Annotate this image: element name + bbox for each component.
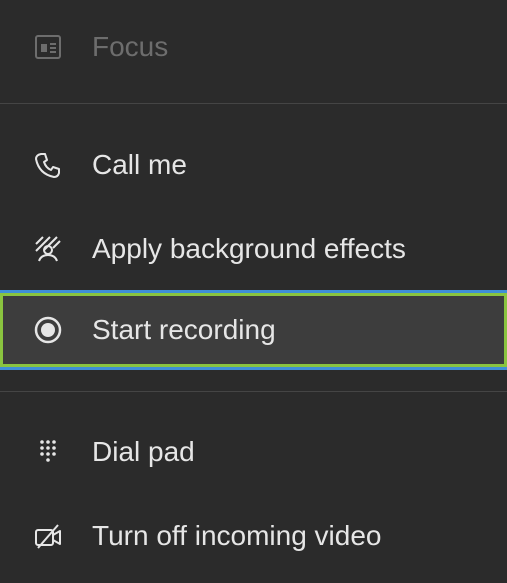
menu-item-label: Dial pad — [92, 436, 195, 467]
menu-item-label: Focus — [92, 31, 169, 62]
menu-item-label: Turn off incoming video — [92, 520, 382, 551]
menu-item-turn-off-incoming-video[interactable]: Turn off incoming video — [0, 498, 507, 574]
more-actions-menu: Focus Call me Apply background effects S… — [0, 0, 507, 583]
menu-item-dial-pad[interactable]: Dial pad — [0, 414, 507, 490]
video-off-icon — [28, 516, 68, 556]
focus-icon — [28, 27, 68, 67]
record-icon — [28, 310, 68, 350]
menu-item-start-recording[interactable]: Start recording — [0, 290, 507, 370]
menu-item-label: Start recording — [92, 314, 276, 345]
dial-pad-icon — [28, 432, 68, 472]
background-effects-icon — [28, 229, 68, 269]
menu-item-label: Call me — [92, 149, 187, 180]
menu-item-label: Apply background effects — [92, 233, 406, 264]
menu-item-focus[interactable]: Focus — [0, 12, 507, 82]
divider — [0, 103, 507, 104]
menu-item-apply-background-effects[interactable]: Apply background effects — [0, 212, 507, 286]
menu-item-call-me[interactable]: Call me — [0, 128, 507, 202]
phone-icon — [28, 145, 68, 185]
divider — [0, 391, 507, 392]
